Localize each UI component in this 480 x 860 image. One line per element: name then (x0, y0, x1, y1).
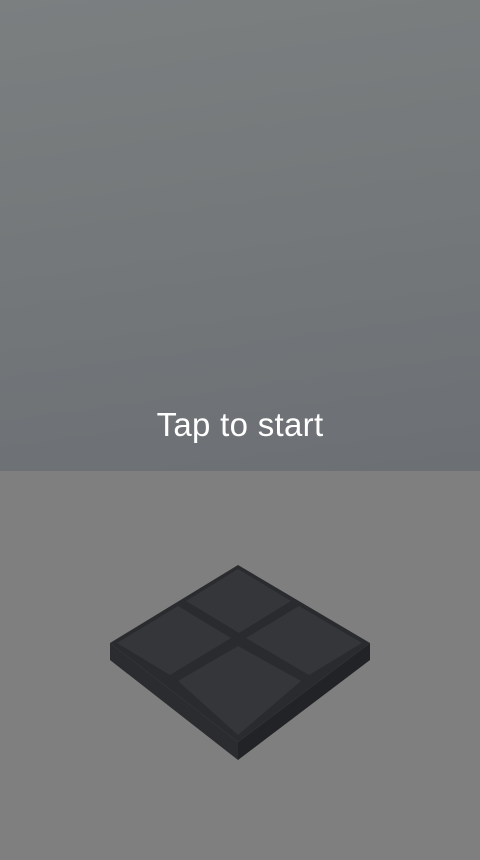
game-scene[interactable]: Tap to start (0, 0, 480, 860)
tap-to-start-prompt[interactable]: Tap to start (0, 406, 480, 444)
